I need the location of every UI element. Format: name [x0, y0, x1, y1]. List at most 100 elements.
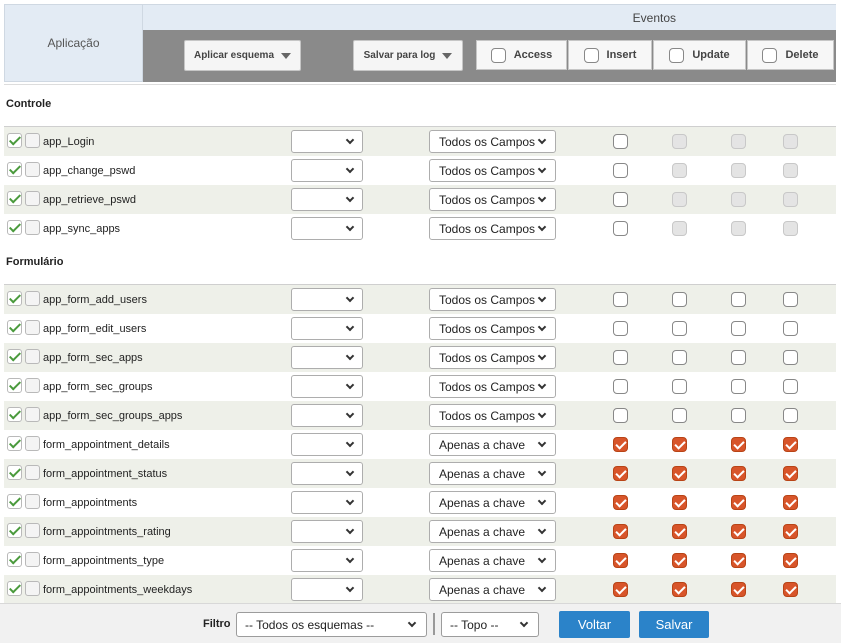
schema-select[interactable]	[291, 217, 363, 240]
fields-select[interactable]: Apenas a chave	[429, 433, 556, 456]
event-access-checkbox[interactable]	[613, 524, 628, 539]
event-update-checkbox[interactable]	[731, 292, 746, 307]
fields-select[interactable]: Apenas a chave	[429, 462, 556, 485]
enabled-checkbox[interactable]	[7, 523, 22, 538]
enabled-checkbox[interactable]	[7, 465, 22, 480]
select-row-checkbox[interactable]	[25, 349, 40, 364]
event-update-checkbox[interactable]	[731, 582, 746, 597]
event-access-checkbox[interactable]	[613, 192, 628, 207]
event-access-checkbox[interactable]	[613, 350, 628, 365]
apply-schema-button[interactable]: Aplicar esquema	[184, 40, 301, 71]
event-access-checkbox[interactable]	[613, 553, 628, 568]
enabled-checkbox[interactable]	[7, 581, 22, 596]
save-log-button[interactable]: Salvar para log	[353, 40, 463, 71]
schema-select[interactable]	[291, 433, 363, 456]
enabled-checkbox[interactable]	[7, 291, 22, 306]
checkbox-icon[interactable]	[669, 47, 685, 63]
schema-select[interactable]	[291, 317, 363, 340]
select-row-checkbox[interactable]	[25, 581, 40, 596]
fields-select[interactable]: Todos os Campos	[429, 217, 556, 240]
event-insert-checkbox[interactable]	[672, 553, 687, 568]
event-access-checkbox[interactable]	[613, 163, 628, 178]
save-button[interactable]: Salvar	[639, 611, 709, 638]
event-insert-checkbox[interactable]	[672, 292, 687, 307]
fields-select[interactable]: Todos os Campos	[429, 159, 556, 182]
checkbox-icon[interactable]	[490, 47, 506, 63]
select-row-checkbox[interactable]	[25, 378, 40, 393]
event-access-toggle[interactable]: Access	[476, 40, 567, 70]
schema-select[interactable]	[291, 188, 363, 211]
event-insert-checkbox[interactable]	[672, 582, 687, 597]
event-delete-checkbox[interactable]	[783, 553, 798, 568]
enabled-checkbox[interactable]	[7, 162, 22, 177]
select-row-checkbox[interactable]	[25, 220, 40, 235]
fields-select[interactable]: Todos os Campos	[429, 346, 556, 369]
fields-select[interactable]: Todos os Campos	[429, 288, 556, 311]
event-access-checkbox[interactable]	[613, 379, 628, 394]
event-update-checkbox[interactable]	[731, 321, 746, 336]
schema-select[interactable]	[291, 375, 363, 398]
event-delete-checkbox[interactable]	[783, 379, 798, 394]
event-insert-checkbox[interactable]	[672, 379, 687, 394]
event-access-checkbox[interactable]	[613, 466, 628, 481]
event-update-checkbox[interactable]	[731, 437, 746, 452]
enabled-checkbox[interactable]	[7, 494, 22, 509]
select-row-checkbox[interactable]	[25, 133, 40, 148]
event-insert-checkbox[interactable]	[672, 495, 687, 510]
checkbox-icon[interactable]	[583, 47, 599, 63]
select-row-checkbox[interactable]	[25, 291, 40, 306]
fields-select[interactable]: Todos os Campos	[429, 130, 556, 153]
fields-select[interactable]: Todos os Campos	[429, 188, 556, 211]
event-delete-checkbox[interactable]	[783, 292, 798, 307]
event-delete-checkbox[interactable]	[783, 466, 798, 481]
select-row-checkbox[interactable]	[25, 320, 40, 335]
event-delete-toggle[interactable]: Delete	[747, 40, 834, 70]
event-delete-checkbox[interactable]	[783, 582, 798, 597]
event-update-checkbox[interactable]	[731, 350, 746, 365]
event-delete-checkbox[interactable]	[783, 408, 798, 423]
event-insert-checkbox[interactable]	[672, 437, 687, 452]
event-delete-checkbox[interactable]	[783, 321, 798, 336]
event-insert-checkbox[interactable]	[672, 466, 687, 481]
event-access-checkbox[interactable]	[613, 408, 628, 423]
schema-select[interactable]	[291, 549, 363, 572]
select-row-checkbox[interactable]	[25, 407, 40, 422]
event-access-checkbox[interactable]	[613, 134, 628, 149]
event-access-checkbox[interactable]	[613, 437, 628, 452]
event-update-checkbox[interactable]	[731, 466, 746, 481]
event-update-checkbox[interactable]	[731, 553, 746, 568]
select-row-checkbox[interactable]	[25, 436, 40, 451]
event-insert-toggle[interactable]: Insert	[568, 40, 652, 70]
select-row-checkbox[interactable]	[25, 552, 40, 567]
event-access-checkbox[interactable]	[613, 582, 628, 597]
select-row-checkbox[interactable]	[25, 494, 40, 509]
schema-select[interactable]	[291, 491, 363, 514]
schema-select[interactable]	[291, 159, 363, 182]
fields-select[interactable]: Apenas a chave	[429, 578, 556, 601]
schema-select[interactable]	[291, 130, 363, 153]
enabled-checkbox[interactable]	[7, 220, 22, 235]
schema-select[interactable]	[291, 578, 363, 601]
fields-select[interactable]: Apenas a chave	[429, 491, 556, 514]
schema-select[interactable]	[291, 346, 363, 369]
fields-select[interactable]: Todos os Campos	[429, 404, 556, 427]
event-access-checkbox[interactable]	[613, 321, 628, 336]
fields-select[interactable]: Todos os Campos	[429, 375, 556, 398]
event-delete-checkbox[interactable]	[783, 350, 798, 365]
event-delete-checkbox[interactable]	[783, 495, 798, 510]
event-update-toggle[interactable]: Update	[653, 40, 746, 70]
fields-select[interactable]: Todos os Campos	[429, 317, 556, 340]
event-access-checkbox[interactable]	[613, 292, 628, 307]
schema-select[interactable]	[291, 404, 363, 427]
event-insert-checkbox[interactable]	[672, 321, 687, 336]
event-update-checkbox[interactable]	[731, 408, 746, 423]
fields-select[interactable]: Apenas a chave	[429, 520, 556, 543]
enabled-checkbox[interactable]	[7, 378, 22, 393]
event-insert-checkbox[interactable]	[672, 408, 687, 423]
fields-select[interactable]: Apenas a chave	[429, 549, 556, 572]
enabled-checkbox[interactable]	[7, 133, 22, 148]
enabled-checkbox[interactable]	[7, 191, 22, 206]
event-update-checkbox[interactable]	[731, 379, 746, 394]
schema-select[interactable]	[291, 462, 363, 485]
event-insert-checkbox[interactable]	[672, 350, 687, 365]
